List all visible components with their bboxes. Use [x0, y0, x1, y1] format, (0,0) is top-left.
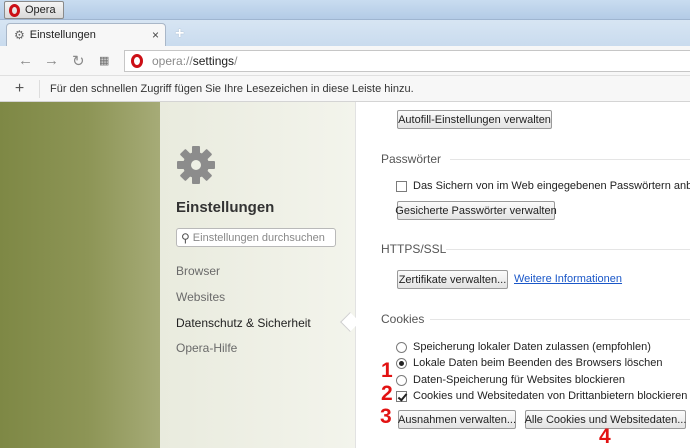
cookie-option-allow-label: Speicherung lokaler Daten zulassen (empf… — [413, 341, 651, 353]
new-tab-button[interactable]: + — [175, 25, 184, 43]
url-scheme: opera:// — [152, 54, 193, 68]
opera-logo-icon — [9, 3, 20, 17]
annotation-number: 2 — [381, 382, 393, 405]
cookie-option-clear-on-exit[interactable]: Lokale Daten beim Beenden des Browsers l… — [396, 357, 662, 369]
cookie-option-clear-on-exit-label: Lokale Daten beim Beenden des Browsers l… — [413, 357, 663, 369]
url-path: / — [234, 54, 238, 68]
cookie-option-allow-radio[interactable] — [396, 341, 407, 353]
sidebar-item-opera-help[interactable]: Opera-Hilfe — [176, 341, 237, 355]
gear-icon: ⚙ — [14, 28, 25, 42]
page-background — [0, 102, 160, 448]
tab-settings[interactable]: ⚙ Einstellungen × — [6, 23, 166, 46]
https-ssl-heading: HTTPS/SSL — [381, 242, 447, 256]
search-icon: ⚲ — [181, 230, 190, 245]
add-bookmark-plus-icon[interactable]: + — [0, 79, 40, 98]
offer-save-passwords-row[interactable]: Das Sichern von im Web eingegebenen Pass… — [396, 180, 690, 192]
settings-gear-icon — [177, 146, 215, 184]
navigation-toolbar: ← → ↻ ▦ opera://settings / — [0, 46, 690, 76]
annotation-number: 3 — [380, 405, 392, 428]
block-third-party-cookies-row[interactable]: Cookies und Websitedaten von Drittanbiet… — [396, 390, 687, 402]
opera-logo-icon — [131, 54, 143, 68]
sidebar-title: Einstellungen — [176, 199, 275, 216]
offer-save-passwords-label: Das Sichern von im Web eingegebenen Pass… — [413, 180, 690, 192]
manage-exceptions-button[interactable]: Ausnahmen verwalten... — [398, 410, 516, 429]
cookie-option-clear-on-exit-radio[interactable] — [396, 357, 407, 369]
title-bar: Opera — [0, 0, 690, 20]
cookie-option-block-radio[interactable] — [396, 374, 407, 386]
cookies-heading: Cookies — [381, 312, 425, 326]
cookie-option-allow[interactable]: Speicherung lokaler Daten zulassen (empf… — [396, 341, 651, 353]
section-divider — [446, 249, 690, 250]
passwords-heading: Passwörter — [381, 152, 442, 166]
back-arrow-icon[interactable]: ← — [18, 52, 33, 69]
opera-menu-label: Opera — [25, 4, 56, 16]
opera-menu-button[interactable]: Opera — [4, 1, 64, 19]
sidebar-item-websites[interactable]: Websites — [176, 290, 225, 304]
block-third-party-cookies-checkbox[interactable] — [396, 390, 407, 402]
section-divider — [450, 159, 690, 160]
address-bar[interactable]: opera://settings / — [124, 50, 690, 72]
reload-icon[interactable]: ↻ — [72, 52, 85, 70]
more-info-link[interactable]: Weitere Informationen — [514, 273, 622, 285]
manage-certificates-button[interactable]: Zertifikate verwalten... — [397, 270, 508, 289]
tab-strip: ⚙ Einstellungen × + — [0, 20, 690, 46]
sidebar-item-privacy-security[interactable]: Datenschutz & Sicherheit — [176, 316, 311, 330]
annotation-number: 1 — [381, 359, 393, 382]
offer-save-passwords-checkbox[interactable] — [396, 180, 407, 192]
url-host: settings — [192, 54, 235, 68]
manage-saved-passwords-button[interactable]: Gesicherte Passwörter verwalten — [395, 201, 557, 220]
search-placeholder: Einstellungen durchsuchen — [192, 231, 325, 244]
close-icon[interactable]: × — [152, 28, 159, 42]
cookie-option-block[interactable]: Daten-Speicherung für Websites blockiere… — [396, 374, 625, 386]
annotation-number: 4 — [599, 425, 611, 448]
settings-search-input[interactable]: ⚲ Einstellungen durchsuchen — [176, 228, 336, 247]
forward-arrow-icon[interactable]: → — [44, 52, 59, 69]
autofill-settings-button[interactable]: Autofill-Einstellungen verwalten — [397, 110, 552, 129]
section-divider — [430, 319, 690, 320]
sidebar-item-browser[interactable]: Browser — [176, 264, 220, 278]
speed-dial-grid-icon[interactable]: ▦ — [99, 54, 109, 67]
block-third-party-cookies-label: Cookies und Websitedaten von Drittanbiet… — [413, 390, 688, 402]
bookmark-bar: + Für den schnellen Zugriff fügen Sie Ih… — [0, 76, 690, 102]
tab-title: Einstellungen — [29, 29, 96, 41]
cookie-option-block-label: Daten-Speicherung für Websites blockiere… — [413, 374, 625, 386]
bookmark-bar-hint: Für den schnellen Zugriff fügen Sie Ihre… — [50, 82, 414, 95]
